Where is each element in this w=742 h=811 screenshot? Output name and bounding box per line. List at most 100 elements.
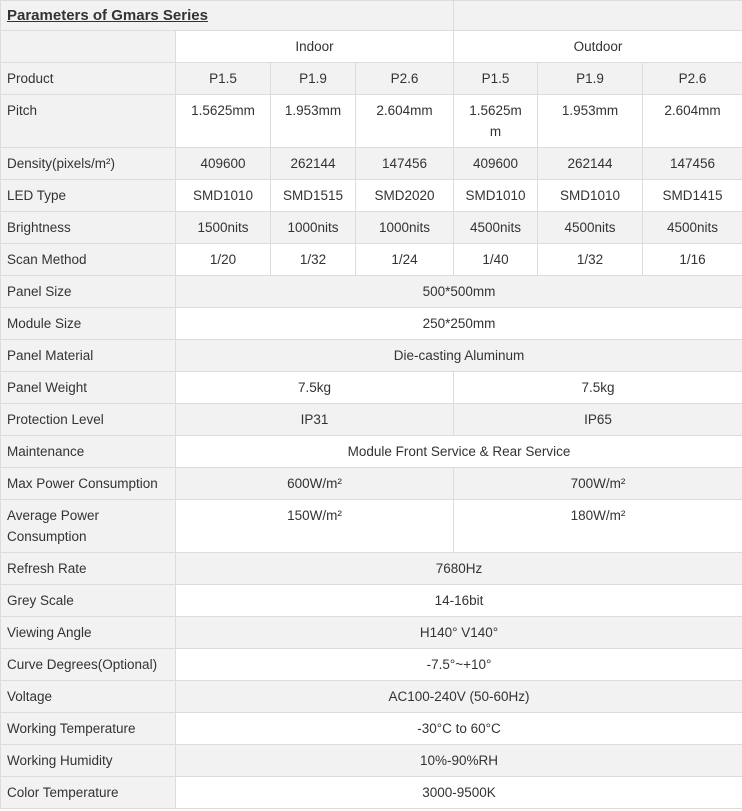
row-refresh-rate: Refresh Rate 7680Hz bbox=[0, 552, 742, 585]
table-cell: 1.953mm bbox=[270, 94, 356, 148]
table-cell: P1.5 bbox=[453, 62, 539, 95]
table-cell: 409600 bbox=[175, 147, 271, 180]
table-cell: -7.5°~+10° bbox=[174, 648, 742, 681]
row-grey-scale: Grey Scale 14-16bit bbox=[0, 584, 742, 617]
row-panel-material: Panel Material Die-casting Aluminum bbox=[0, 339, 742, 372]
table-cell: H140° V140° bbox=[174, 616, 742, 649]
table-cell: 7.5kg bbox=[453, 371, 742, 404]
row-label: Brightness bbox=[0, 211, 176, 244]
table-cell: P2.6 bbox=[354, 62, 455, 95]
row-label: LED Type bbox=[0, 179, 176, 212]
table-cell: 1/32 bbox=[537, 243, 644, 276]
table-cell: 1500nits bbox=[175, 211, 271, 244]
row-label: Color Temperature bbox=[0, 776, 176, 809]
table-cell: 1000nits bbox=[270, 211, 356, 244]
table-cell: SMD2020 bbox=[354, 179, 455, 212]
row-label: Grey Scale bbox=[0, 584, 176, 617]
row-panel-size: Panel Size 500*500mm bbox=[0, 275, 742, 308]
group-indoor: Indoor bbox=[174, 30, 455, 63]
table-cell: 1.953mm bbox=[537, 94, 644, 148]
row-label: Density(pixels/m²) bbox=[0, 147, 176, 180]
row-led-type: LED Type SMD1010 SMD1515 SMD2020 SMD1010… bbox=[0, 179, 742, 212]
row-working-humidity: Working Humidity 10%-90%RH bbox=[0, 744, 742, 777]
row-avg-power: Average Power Consumption 150W/m² 180W/m… bbox=[0, 499, 742, 553]
row-working-temperature: Working Temperature -30°C to 60°C bbox=[0, 712, 742, 745]
table-cell: 7.5kg bbox=[174, 371, 455, 404]
row-label: Max Power Consumption bbox=[0, 467, 176, 500]
table-cell: 4500nits bbox=[537, 211, 644, 244]
row-label: Panel Weight bbox=[0, 371, 176, 404]
table-cell: 2.604mm bbox=[642, 94, 742, 148]
row-label: Working Humidity bbox=[0, 744, 176, 777]
row-protection-level: Protection Level IP31 IP65 bbox=[0, 403, 742, 436]
row-brightness: Brightness 1500nits 1000nits 1000nits 45… bbox=[0, 211, 742, 244]
table-cell: 1/16 bbox=[642, 243, 742, 276]
table-cell: IP31 bbox=[174, 403, 455, 436]
table-cell: 1/24 bbox=[354, 243, 455, 276]
row-label: Voltage bbox=[0, 680, 176, 713]
table-title: Parameters of Gmars Series bbox=[0, 0, 455, 31]
table-cell: 180W/m² bbox=[453, 499, 742, 553]
table-cell: 409600 bbox=[453, 147, 539, 180]
table-cell: 7680Hz bbox=[174, 552, 742, 585]
row-panel-weight: Panel Weight 7.5kg 7.5kg bbox=[0, 371, 742, 404]
row-label: Protection Level bbox=[0, 403, 176, 436]
table-cell: Module Front Service & Rear Service bbox=[174, 435, 742, 468]
table-cell: 500*500mm bbox=[174, 275, 742, 308]
row-label: Curve Degrees(Optional) bbox=[0, 648, 176, 681]
row-label: Working Temperature bbox=[0, 712, 176, 745]
table-cell: 147456 bbox=[354, 147, 455, 180]
table-cell: P1.5 bbox=[175, 62, 271, 95]
table-cell: 1000nits bbox=[354, 211, 455, 244]
group-header-row: Indoor Outdoor bbox=[0, 30, 742, 63]
table-cell: SMD1515 bbox=[270, 179, 356, 212]
row-label: Maintenance bbox=[0, 435, 176, 468]
row-color-temperature: Color Temperature 3000-9500K bbox=[0, 776, 742, 809]
table-cell: 600W/m² bbox=[174, 467, 455, 500]
table-cell: 147456 bbox=[642, 147, 742, 180]
table-cell: -30°C to 60°C bbox=[174, 712, 742, 745]
row-label: Product bbox=[0, 62, 176, 95]
row-label: Panel Size bbox=[0, 275, 176, 308]
row-label: Panel Material bbox=[0, 339, 176, 372]
row-module-size: Module Size 250*250mm bbox=[0, 307, 742, 340]
row-scan-method: Scan Method 1/20 1/32 1/24 1/40 1/32 1/1… bbox=[0, 243, 742, 276]
table-title-row: Parameters of Gmars Series bbox=[0, 0, 742, 31]
table-cell: 4500nits bbox=[642, 211, 742, 244]
table-cell: P2.6 bbox=[642, 62, 742, 95]
row-pitch: Pitch 1.5625mm 1.953mm 2.604mm 1.5625m m… bbox=[0, 94, 742, 148]
table-cell: 2.604mm bbox=[354, 94, 455, 148]
table-cell: 10%-90%RH bbox=[174, 744, 742, 777]
parameters-table: Parameters of Gmars Series Indoor Outdoo… bbox=[0, 0, 742, 809]
table-cell: 150W/m² bbox=[174, 499, 455, 553]
table-cell: 250*250mm bbox=[174, 307, 742, 340]
table-cell: 262144 bbox=[270, 147, 356, 180]
table-cell: AC100-240V (50-60Hz) bbox=[174, 680, 742, 713]
row-voltage: Voltage AC100-240V (50-60Hz) bbox=[0, 680, 742, 713]
table-cell: SMD1010 bbox=[537, 179, 644, 212]
table-cell: 1.5625m m bbox=[453, 94, 539, 148]
table-cell: Die-casting Aluminum bbox=[174, 339, 742, 372]
table-cell: 4500nits bbox=[453, 211, 539, 244]
table-cell: 3000-9500K bbox=[174, 776, 742, 809]
table-cell: P1.9 bbox=[270, 62, 356, 95]
group-outdoor: Outdoor bbox=[453, 30, 742, 63]
table-cell: 1/20 bbox=[175, 243, 271, 276]
row-density: Density(pixels/m²) 409600 262144 147456 … bbox=[0, 147, 742, 180]
table-cell: 262144 bbox=[537, 147, 644, 180]
row-label: Average Power Consumption bbox=[0, 499, 176, 553]
row-max-power: Max Power Consumption 600W/m² 700W/m² bbox=[0, 467, 742, 500]
row-label: Refresh Rate bbox=[0, 552, 176, 585]
table-cell: 14-16bit bbox=[174, 584, 742, 617]
row-maintenance: Maintenance Module Front Service & Rear … bbox=[0, 435, 742, 468]
table-cell: P1.9 bbox=[537, 62, 644, 95]
table-cell: SMD1010 bbox=[175, 179, 271, 212]
table-cell: SMD1010 bbox=[453, 179, 539, 212]
row-product: Product P1.5 P1.9 P2.6 P1.5 P1.9 P2.6 bbox=[0, 62, 742, 95]
row-curve-degrees: Curve Degrees(Optional) -7.5°~+10° bbox=[0, 648, 742, 681]
table-cell: 700W/m² bbox=[453, 467, 742, 500]
table-cell: 1.5625mm bbox=[175, 94, 271, 148]
table-cell: SMD1415 bbox=[642, 179, 742, 212]
table-cell: IP65 bbox=[453, 403, 742, 436]
row-label: Pitch bbox=[0, 94, 176, 148]
